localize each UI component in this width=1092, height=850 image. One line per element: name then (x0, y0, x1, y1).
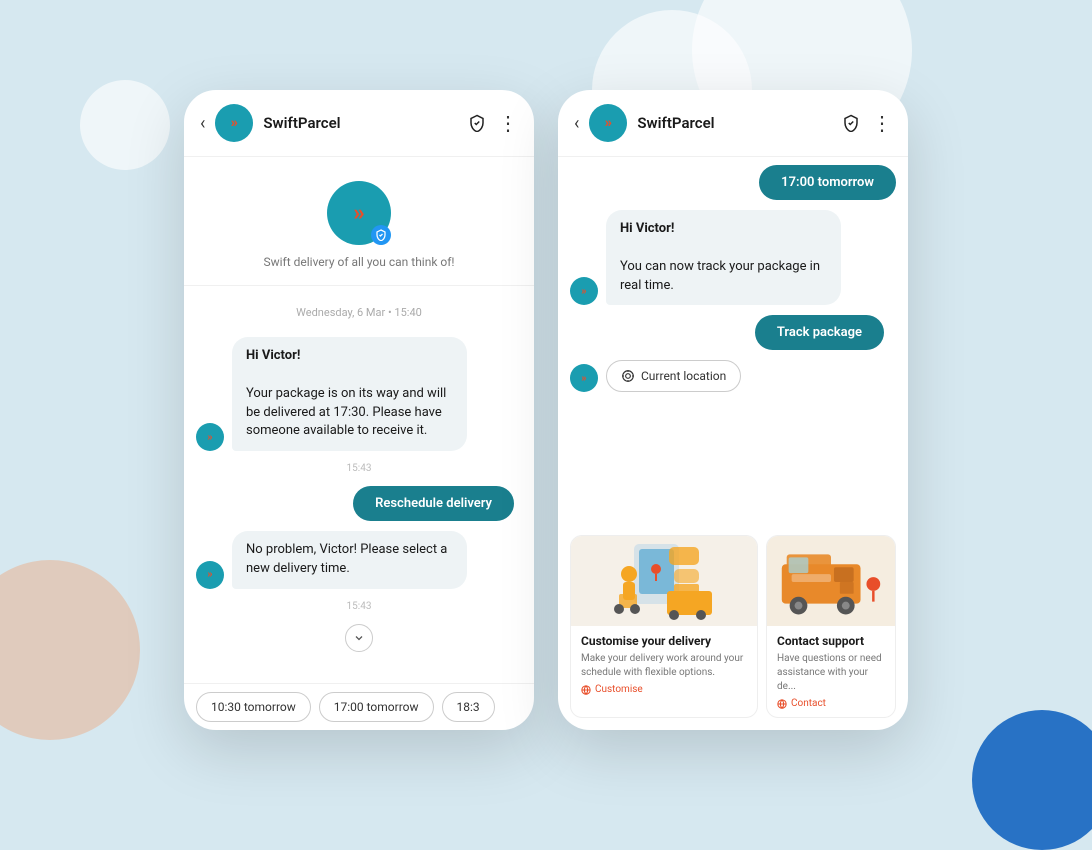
phone2-avatar: » (589, 104, 627, 142)
reschedule-button[interactable]: Reschedule delivery (353, 486, 514, 521)
phone2-cards: Customise your delivery Make your delive… (558, 531, 908, 730)
phone1-msg-2: » No problem, Victor! Please select a ne… (196, 531, 522, 589)
phone1-time-pills: 10:30 tomorrow 17:00 tomorrow 18:3 (184, 683, 534, 730)
card-support-body: Contact support Have questions or need a… (767, 626, 895, 717)
card-support[interactable]: Contact support Have questions or need a… (766, 535, 896, 718)
card-customise-link[interactable]: Customise (581, 684, 747, 695)
time-pill-1[interactable]: 10:30 tomorrow (196, 692, 311, 722)
track-package-button[interactable]: Track package (755, 315, 884, 350)
bg-decoration-5 (80, 80, 170, 170)
phones-container: ‹ » SwiftParcel ⋮ » (184, 90, 908, 730)
phone2-chat-area: 17:00 tomorrow » Hi Victor!You can now t… (558, 157, 908, 531)
phone-1: ‹ » SwiftParcel ⋮ » (184, 90, 534, 730)
phone2-header: ‹ » SwiftParcel ⋮ (558, 90, 908, 157)
card-customise-desc: Make your delivery work around your sche… (581, 652, 747, 680)
phone-2: ‹ » SwiftParcel ⋮ 17:00 tomorrow (558, 90, 908, 730)
phone2-menu-button[interactable]: ⋮ (872, 111, 892, 135)
phone2-location-row: » Current location (570, 360, 896, 392)
phone1-profile-badge (371, 225, 391, 245)
card-support-image (767, 536, 895, 626)
phone1-avatar: » (215, 104, 253, 142)
phone2-msg-icon: » (570, 277, 598, 305)
card-support-desc: Have questions or need assistance with y… (777, 652, 885, 694)
phone2-location-icon: » (570, 364, 598, 392)
phone2-msg-outgoing: 17:00 tomorrow (570, 165, 896, 200)
phone1-app-name: SwiftParcel (263, 114, 456, 132)
scroll-down-button[interactable] (345, 624, 373, 652)
card-customise[interactable]: Customise your delivery Make your delive… (570, 535, 758, 718)
phone1-timestamp-header: Wednesday, 6 Mar • 15:40 (196, 294, 522, 327)
phone1-tagline: Swift delivery of all you can think of! (263, 255, 454, 269)
phone1-chat-area: Wednesday, 6 Mar • 15:40 » Hi Victor!You… (184, 286, 534, 683)
phone1-msg-icon-1: » (196, 423, 224, 451)
phone1-bubble-2: No problem, Victor! Please select a new … (232, 531, 467, 589)
phone1-bubble-1: Hi Victor!Your package is on its way and… (232, 337, 467, 451)
time-pill-3[interactable]: 18:3 (442, 692, 495, 722)
phone1-menu-button[interactable]: ⋮ (498, 111, 518, 135)
phone1-shield-icon (466, 112, 488, 134)
card-support-link[interactable]: Contact (777, 698, 885, 709)
phone2-outgoing-bubble: 17:00 tomorrow (759, 165, 896, 200)
phone1-msg-1: » Hi Victor!Your package is on its way a… (196, 337, 522, 451)
phone2-back-button[interactable]: ‹ (574, 113, 579, 134)
card-support-title: Contact support (777, 634, 885, 648)
phone1-msg-icon-2: » (196, 561, 224, 589)
phone2-bubble-1: Hi Victor!You can now track your package… (606, 210, 841, 305)
bg-decoration-4 (972, 710, 1092, 850)
phone1-avatar-icon: » (231, 115, 238, 131)
location-label: Current location (641, 369, 726, 383)
phone1-ts-mid: 15:43 (196, 461, 522, 476)
current-location-button[interactable]: Current location (606, 360, 741, 392)
card-customise-image (571, 536, 757, 626)
bg-decoration-3 (0, 560, 140, 740)
phone1-ts-mid2: 15:43 (196, 599, 522, 614)
phone1-back-button[interactable]: ‹ (200, 113, 205, 134)
phone1-profile: » Swift delivery of all you can think of… (184, 157, 534, 286)
phone2-msg-incoming: » Hi Victor!You can now track your packa… (570, 210, 896, 305)
phone1-profile-avatar: » (327, 181, 391, 245)
time-pill-2[interactable]: 17:00 tomorrow (319, 692, 434, 722)
card-customise-title: Customise your delivery (581, 634, 747, 648)
phone1-header: ‹ » SwiftParcel ⋮ (184, 90, 534, 157)
phone2-shield-icon (840, 112, 862, 134)
card-customise-body: Customise your delivery Make your delive… (571, 626, 757, 717)
phone2-app-name: SwiftParcel (637, 114, 830, 132)
